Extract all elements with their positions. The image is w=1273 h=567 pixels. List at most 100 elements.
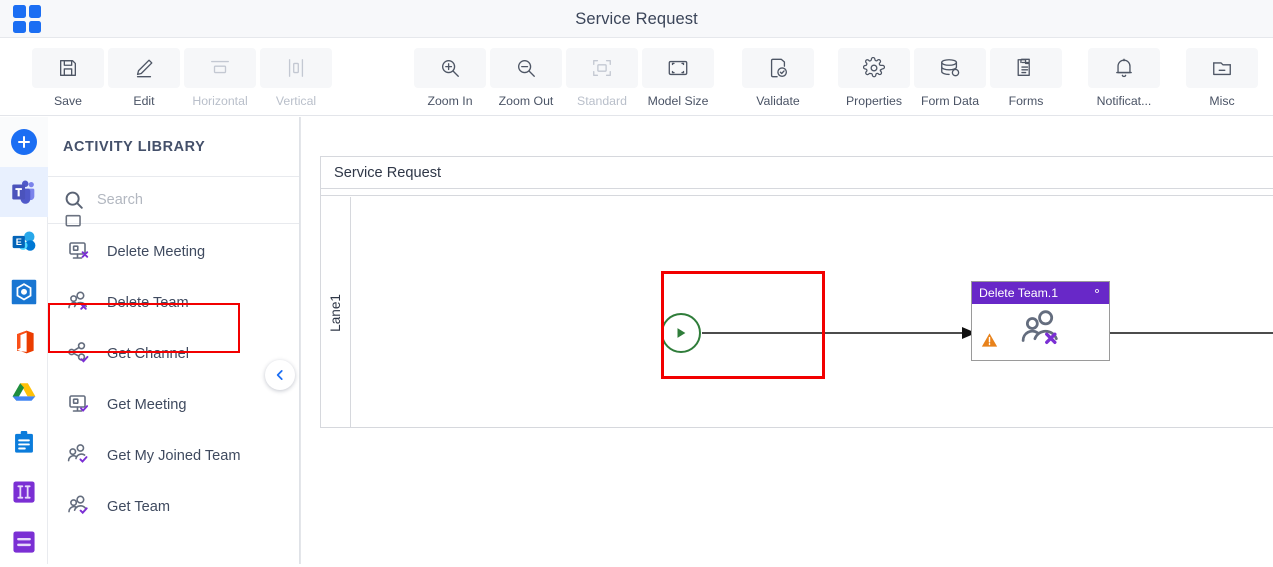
list-item[interactable]: Get Channel (48, 328, 299, 379)
list-item[interactable]: Get Meeting (48, 379, 299, 430)
activity-library-title: ACTIVITY LIBRARY (48, 117, 299, 177)
zoom-in-icon (414, 48, 486, 88)
vertical-align-icon (260, 48, 332, 88)
lane-label-text: Lane1 (328, 293, 343, 332)
hexagon-icon (11, 279, 37, 305)
activity-list-clipped-row (63, 212, 93, 234)
teams-icon (12, 180, 35, 204)
search-input[interactable] (95, 191, 275, 209)
toolbar-button-validate[interactable]: Validate (740, 38, 816, 116)
list-item[interactable]: Delete Team (48, 277, 299, 328)
clipboard-icon (15, 431, 33, 453)
lane-label: Lane1 (321, 197, 351, 428)
toolbar: Save Edit Horizontal Vertical Zoom In Zo… (0, 38, 1273, 116)
list-item-label: Delete Team (107, 294, 189, 311)
search-icon (63, 189, 89, 211)
pool-spacer (321, 189, 1273, 196)
toolbar-button-forms[interactable]: Forms (988, 38, 1064, 116)
get-channel-icon (63, 341, 97, 367)
toolbar-button-save[interactable]: Save (30, 38, 106, 116)
task-node-delete-team[interactable]: Delete Team.1 (971, 281, 1110, 361)
rail-item-columns-app[interactable] (0, 467, 48, 517)
toolbar-label: Zoom Out (498, 94, 554, 108)
rail-item-microsoft-teams[interactable] (0, 167, 48, 217)
delete-team-icon (63, 290, 97, 316)
toolbar-button-notifications[interactable]: Notificat... (1086, 38, 1162, 116)
document-icon (990, 48, 1062, 88)
rail-item-list-app[interactable] (0, 517, 48, 567)
gear-icon[interactable] (1091, 284, 1103, 302)
horizontal-align-icon (184, 48, 256, 88)
svg-text:E: E (16, 237, 22, 247)
get-meeting-icon (63, 392, 97, 418)
toolbar-button-zoom-in[interactable]: Zoom In (412, 38, 488, 116)
rail-item-clipboard-app[interactable] (0, 417, 48, 467)
list-icon (13, 531, 35, 553)
rail-item-google-drive[interactable] (0, 367, 48, 417)
rail-item-microsoft-office[interactable] (0, 317, 48, 367)
list-item-label: Get Team (107, 498, 170, 515)
folder-icon (1186, 48, 1258, 88)
toolbar-label: Properties (845, 94, 903, 108)
list-item[interactable]: Get Team (48, 481, 299, 532)
toolbar-label: Model Size (647, 94, 709, 108)
toolbar-button-form-data[interactable]: Form Data (912, 38, 988, 116)
warning-triangle-icon (981, 332, 998, 353)
start-event[interactable] (661, 313, 701, 353)
toolbar-label: Misc (1209, 94, 1235, 108)
rail-item-microsoft-exchange[interactable]: E (0, 217, 48, 267)
task-name: Delete Team.1 (979, 286, 1059, 300)
toolbar-label: Save (53, 94, 83, 108)
google-drive-icon (12, 383, 36, 401)
office-icon (17, 330, 34, 354)
toolbar-label: Validate (756, 94, 800, 108)
validate-icon (742, 48, 814, 88)
toolbar-label: Forms (1008, 94, 1044, 108)
activity-library-panel: ACTIVITY LIBRARY Delete Meeting (48, 117, 300, 564)
sequence-flows (702, 327, 1273, 339)
activity-list: Delete Meeting Delete Team Get Channel G… (48, 214, 299, 564)
toolbar-label: Standard (577, 94, 627, 108)
list-item-label: Get Channel (107, 345, 189, 362)
toolbar-label: Zoom In (427, 94, 473, 108)
pool: Service Request Lane1 Delete Team.1 (320, 156, 1273, 428)
toolbar-button-edit[interactable]: Edit (106, 38, 182, 116)
delete-team-icon (1017, 308, 1069, 361)
list-item-label: Delete Meeting (107, 243, 206, 260)
gear-icon (838, 48, 910, 88)
page-title: Service Request (575, 10, 698, 28)
chevron-left-icon (276, 370, 283, 380)
columns-icon (13, 481, 35, 503)
model-size-icon (642, 48, 714, 88)
get-my-joined-team-icon (63, 443, 97, 469)
rail-item-add-connector[interactable] (0, 117, 48, 167)
toolbar-button-standard[interactable]: Standard (564, 38, 640, 116)
toolbar-button-misc[interactable]: Misc (1184, 38, 1260, 116)
task-header: Delete Team.1 (972, 282, 1109, 304)
toolbar-button-vertical[interactable]: Vertical (258, 38, 334, 116)
toolbar-button-horizontal[interactable]: Horizontal (182, 38, 258, 116)
exchange-icon: E (12, 231, 36, 251)
pencil-icon (108, 48, 180, 88)
collapse-panel-button[interactable] (265, 360, 295, 390)
toolbar-button-model-size[interactable]: Model Size (640, 38, 716, 116)
get-team-icon (63, 494, 97, 520)
database-icon (914, 48, 986, 88)
list-item[interactable]: Get My Joined Team (48, 430, 299, 481)
toolbar-label: Form Data (920, 94, 980, 108)
toolbar-button-zoom-out[interactable]: Zoom Out (488, 38, 564, 116)
diagram-canvas[interactable]: Service Request Lane1 Delete Team.1 (300, 117, 1273, 564)
toolbar-label: Edit (133, 94, 155, 108)
standard-size-icon (566, 48, 638, 88)
toolbar-button-properties[interactable]: Properties (836, 38, 912, 116)
rail-item-hexagon-app[interactable] (0, 267, 48, 317)
plus-circle-icon (11, 129, 37, 155)
bell-icon (1088, 48, 1160, 88)
task-body (972, 304, 1109, 361)
zoom-out-icon (490, 48, 562, 88)
play-icon (677, 328, 686, 338)
toolbar-label: Vertical (275, 94, 317, 108)
save-icon (32, 48, 104, 88)
toolbar-label: Horizontal (192, 94, 248, 108)
app-rail: E (0, 117, 48, 564)
